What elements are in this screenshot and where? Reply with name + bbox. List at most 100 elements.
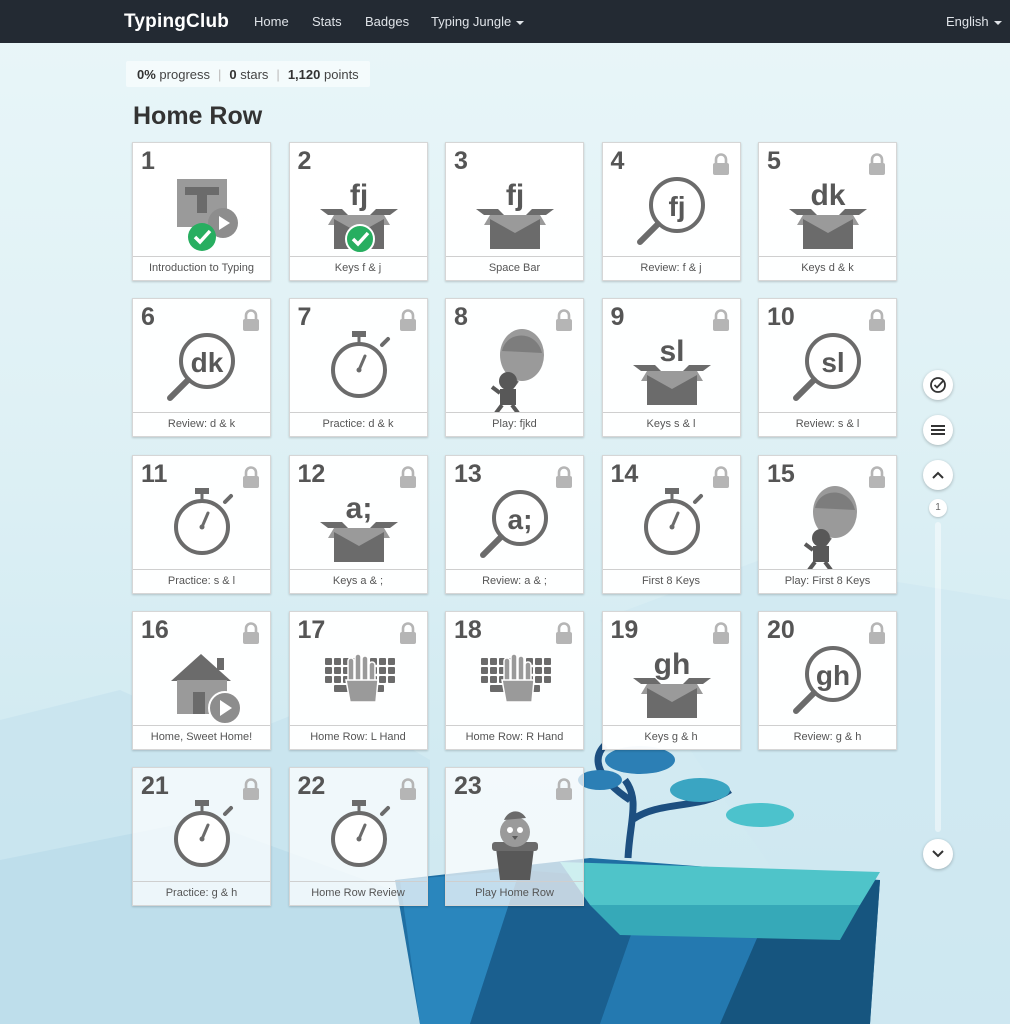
- lesson-label: Review: d & k: [133, 412, 270, 436]
- lesson-card-14[interactable]: 14 First 8 Keys: [601, 454, 742, 594]
- lesson-card-8[interactable]: 8 Play: fjkd: [445, 298, 584, 438]
- magnifier-icon: sl: [759, 323, 898, 413]
- lesson-card-5[interactable]: 5 dk Keys d & k: [758, 142, 897, 281]
- lesson-label: Home Row: R Hand: [446, 724, 583, 749]
- lesson-card-13[interactable]: 13 a; Review: a & ;: [445, 454, 585, 594]
- stopwatch-icon: [133, 480, 272, 570]
- svg-text:fj: fj: [506, 179, 524, 212]
- lesson-card-16[interactable]: 16 Home, Sweet Home!: [132, 610, 272, 750]
- lesson-card-21[interactable]: 21 Practice: g & h: [132, 767, 272, 907]
- magnifier-icon: fj: [603, 167, 742, 257]
- stopwatch-icon: [133, 792, 272, 882]
- lesson-label: Introduction to Typing: [133, 256, 270, 280]
- language-label: English: [946, 14, 989, 29]
- lesson-card-22[interactable]: 22 Home Row Review: [288, 767, 429, 907]
- lesson-label: Keys f & j: [289, 256, 427, 280]
- bird-pot-game-icon: [446, 792, 585, 882]
- points-label: points: [323, 66, 359, 82]
- nav-stats-link[interactable]: Stats: [312, 14, 342, 29]
- lesson-label: Review: s & l: [759, 412, 896, 436]
- menu-button[interactable]: [923, 415, 953, 445]
- stars-label: stars: [240, 66, 269, 82]
- caret-down-icon: [516, 20, 525, 25]
- lesson-grid: 1 Introduction to Typing 2 fj Keys f & j3…: [132, 142, 898, 908]
- top-navbar: TypingClub Home Stats Badges Typing Jung…: [0, 0, 1010, 43]
- lesson-label: Practice: g & h: [133, 881, 270, 905]
- stopwatch-icon: [603, 480, 742, 570]
- scroll-up-button[interactable]: [923, 460, 953, 490]
- magnifier-icon: a;: [446, 480, 585, 570]
- lesson-label: Play Home Row: [446, 881, 583, 905]
- magnifier-icon: gh: [759, 636, 898, 726]
- stopwatch-icon: [290, 792, 429, 882]
- key-box-icon: dk: [759, 167, 898, 257]
- lesson-label: Space Bar: [446, 256, 583, 280]
- magnifier-icon: dk: [133, 323, 272, 413]
- keyboard-hand-icon: [290, 636, 429, 726]
- lesson-card-15[interactable]: 15 Play: First 8 Keys: [758, 454, 897, 594]
- lesson-card-3[interactable]: 3 fj Space Bar: [445, 142, 584, 281]
- lesson-card-17[interactable]: 17 Home Row: L Hand: [288, 610, 429, 750]
- svg-text:a;: a;: [508, 504, 533, 535]
- lesson-label: Review: a & ;: [446, 568, 583, 593]
- stopwatch-icon: [290, 323, 429, 413]
- lesson-card-7[interactable]: 7 Practice: d & k: [288, 298, 429, 438]
- section-title: Home Row: [133, 102, 263, 130]
- caret-down-icon: [993, 20, 1002, 25]
- brand-logo[interactable]: TypingClub: [124, 11, 229, 33]
- lesson-card-4[interactable]: 4 fj Review: f & j: [601, 142, 742, 281]
- progress-stats-bar: 0% progress | 0 stars | 1,120 points: [126, 61, 370, 87]
- lesson-label: Play: fjkd: [446, 412, 583, 436]
- language-dropdown[interactable]: English: [946, 14, 1002, 29]
- svg-text:fj: fj: [668, 191, 685, 222]
- lesson-label: Home Row Review: [289, 881, 427, 905]
- svg-text:dk: dk: [191, 347, 224, 378]
- lesson-card-19[interactable]: 19 gh Keys g & h: [601, 610, 742, 750]
- key-box-icon: sl: [603, 323, 742, 413]
- lesson-card-12[interactable]: 12 a; Keys a & ;: [288, 454, 428, 594]
- svg-text:a;: a;: [345, 492, 372, 525]
- nav-badges-link[interactable]: Badges: [365, 14, 409, 29]
- nav-typing-jungle-dropdown[interactable]: Typing Jungle: [431, 14, 525, 29]
- check-progress-button[interactable]: [923, 370, 953, 400]
- lesson-card-10[interactable]: 10 sl Review: s & l: [758, 298, 898, 438]
- svg-text:sl: sl: [659, 335, 684, 368]
- lesson-label: Practice: d & k: [289, 412, 427, 436]
- lesson-card-6[interactable]: 6 dk Review: d & k: [132, 298, 272, 438]
- svg-text:fj: fj: [349, 179, 367, 212]
- lesson-card-11[interactable]: 11 Practice: s & l: [132, 454, 272, 594]
- progress-value: 0%: [137, 66, 156, 82]
- stars-value: 0: [229, 66, 237, 82]
- points-value: 1,120: [287, 66, 321, 82]
- lesson-label: Play: First 8 Keys: [759, 568, 896, 593]
- svg-text:gh: gh: [816, 660, 850, 691]
- chevron-down-icon: [932, 850, 944, 858]
- chevron-up-icon: [932, 471, 944, 479]
- intro-video-icon: [133, 167, 272, 257]
- home-video-icon: [133, 636, 272, 726]
- scroll-down-button[interactable]: [923, 839, 953, 869]
- menu-icon: [931, 425, 945, 435]
- scroll-track[interactable]: [935, 522, 941, 832]
- lesson-card-9[interactable]: 9 sl Keys s & l: [601, 298, 742, 438]
- lesson-label: Review: f & j: [602, 256, 740, 280]
- nav-home-link[interactable]: Home: [254, 14, 289, 29]
- key-box-icon: gh: [603, 636, 742, 726]
- lesson-card-18[interactable]: 18 Home Row: R Hand: [445, 610, 585, 750]
- lesson-label: Keys s & l: [602, 412, 740, 436]
- lesson-card-2[interactable]: 2 fj Keys f & j: [288, 142, 428, 281]
- nav-typing-jungle-label: Typing Jungle: [431, 14, 512, 29]
- svg-text:gh: gh: [653, 648, 690, 681]
- svg-text:dk: dk: [810, 179, 845, 212]
- lesson-label: Home, Sweet Home!: [133, 724, 270, 749]
- lesson-label: Home Row: L Hand: [289, 724, 427, 749]
- progress-label: progress: [159, 66, 210, 82]
- lesson-label: First 8 Keys: [602, 568, 740, 593]
- svg-text:sl: sl: [821, 347, 844, 378]
- lesson-label: Review: g & h: [759, 724, 896, 749]
- lesson-card-20[interactable]: 20 gh Review: g & h: [758, 610, 898, 750]
- keyboard-hand-icon: [446, 636, 585, 726]
- lesson-card-23[interactable]: 23 Play Home Row: [445, 767, 585, 907]
- lesson-card-1[interactable]: 1 Introduction to Typing: [132, 142, 271, 281]
- check-circle-icon: [930, 377, 946, 393]
